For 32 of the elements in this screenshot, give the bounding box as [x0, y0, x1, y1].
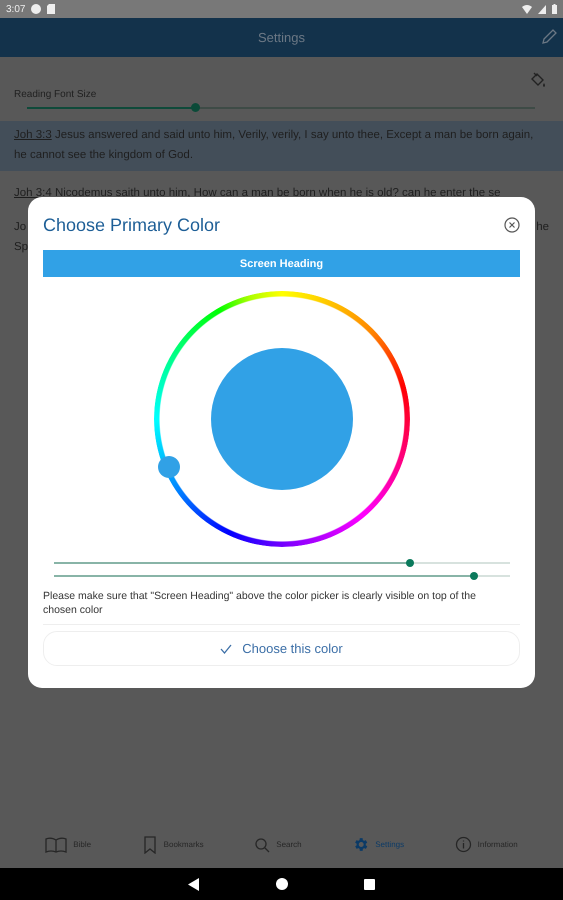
bookmark-icon — [142, 836, 158, 854]
paint-bucket-icon[interactable] — [529, 71, 547, 89]
verse-link[interactable]: Joh 3:4 — [14, 187, 52, 199]
notification-icon — [31, 4, 42, 14]
close-button[interactable] — [504, 217, 520, 233]
dialog-title: Choose Primary Color — [43, 214, 220, 236]
hint-text: Please make sure that "Screen Heading" above the color picker is clearly visible on top of the chosen color — [43, 589, 477, 617]
back-icon[interactable] — [188, 878, 200, 890]
home-icon[interactable] — [276, 878, 288, 890]
nav-tab[interactable]: Settings — [346, 835, 410, 854]
sd-card-icon — [47, 4, 56, 14]
verse-text: Sp — [14, 240, 28, 255]
verse-text: Jo — [14, 220, 26, 235]
overview-icon[interactable] — [364, 878, 375, 890]
verse-text[interactable]: Joh 3:3 Jesus answered and said unto him, Verily, verily, I say unto thee, Except a man be born again, he cannot see the kingdom of God. — [0, 121, 563, 171]
app-bar-title: Settings — [258, 30, 305, 45]
search-icon — [254, 836, 270, 852]
pencil-icon[interactable] — [541, 29, 557, 45]
settings-icon — [352, 836, 370, 853]
battery-icon — [552, 4, 557, 14]
verse-link[interactable]: Joh 3:3 — [14, 129, 52, 141]
signal-icon — [538, 4, 546, 14]
heading-preview: Screen Heading — [43, 250, 520, 277]
status-time: 3:07 — [6, 4, 26, 14]
verse-text: he — [536, 220, 549, 235]
book-icon — [45, 836, 68, 852]
wifi-icon — [522, 4, 532, 14]
choose-color-button[interactable]: Choose this color — [43, 631, 520, 666]
font-size-label: Reading Font Size — [14, 89, 98, 100]
close-icon — [504, 217, 520, 233]
info-icon — [454, 836, 472, 853]
check-icon — [220, 644, 232, 654]
